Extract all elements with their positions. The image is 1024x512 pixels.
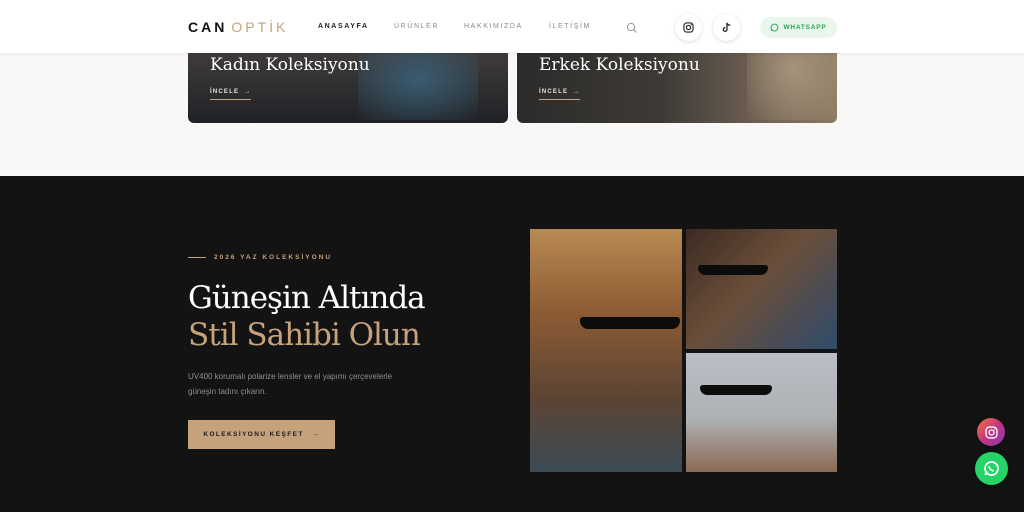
- arrow-right-icon: →: [573, 89, 581, 95]
- instagram-icon: [683, 22, 694, 33]
- cta-label: KOLEKSİYONU KEŞFET: [203, 431, 304, 438]
- site-header: CAN OPTİK ANASAYFA ÜRÜNLER HAKKIMIZDA İLE…: [0, 0, 1024, 53]
- men-collection-title: Erkek Koleksiyonu: [539, 55, 700, 75]
- instagram-icon: [984, 425, 998, 439]
- sunglasses-shape: [698, 265, 768, 275]
- hero-description: UV400 korumalı polarize lensler ve el ya…: [188, 372, 393, 396]
- search-icon[interactable]: [626, 22, 638, 34]
- women-collection-title: Kadın Koleksiyonu: [210, 55, 370, 75]
- hero-eyebrow: 2026 YAZ KOLEKSİYONU: [188, 254, 332, 261]
- logo-part1: CAN: [188, 19, 228, 35]
- arrow-right-icon: →: [311, 431, 320, 438]
- eyebrow-divider: [188, 257, 206, 258]
- men-collection-link[interactable]: İNCELE →: [539, 89, 581, 100]
- nav-about[interactable]: HAKKIMIZDA: [464, 23, 523, 30]
- summer-hero-section: 2026 YAZ KOLEKSİYONU Güneşin Altında Sti…: [0, 176, 1024, 512]
- nav-products[interactable]: ÜRÜNLER: [394, 23, 439, 30]
- nav-contact[interactable]: İLETİŞİM: [549, 23, 591, 30]
- link-label: İNCELE: [210, 89, 240, 95]
- whatsapp-icon: [984, 461, 999, 476]
- whatsapp-icon: [771, 23, 779, 32]
- eyebrow-text: 2026 YAZ KOLEKSİYONU: [214, 254, 333, 261]
- whatsapp-label: WHATSAPP: [783, 24, 827, 31]
- hero-photo-top-right: [686, 229, 837, 349]
- explore-collection-button[interactable]: KOLEKSİYONU KEŞFET →: [188, 420, 335, 449]
- whatsapp-button[interactable]: WHATSAPP: [760, 17, 837, 38]
- logo-part2: OPTİK: [231, 19, 289, 35]
- hero-photo-bottom-right: [686, 353, 837, 472]
- tiktok-button[interactable]: [713, 14, 740, 41]
- nav-home[interactable]: ANASAYFA: [318, 23, 369, 30]
- hero-title-line1: Güneşin Altında: [188, 280, 426, 316]
- sunglasses-shape: [700, 385, 772, 395]
- instagram-button[interactable]: [675, 14, 702, 41]
- site-logo[interactable]: CAN OPTİK: [188, 19, 288, 35]
- tiktok-icon: [722, 22, 730, 32]
- arrow-right-icon: →: [244, 89, 252, 95]
- hero-photo-main: [530, 229, 682, 472]
- sunglasses-shape: [580, 317, 680, 329]
- link-label: İNCELE: [539, 89, 569, 95]
- floating-instagram-button[interactable]: [977, 418, 1005, 446]
- women-collection-link[interactable]: İNCELE →: [210, 89, 252, 100]
- photo-grid: [530, 229, 837, 472]
- floating-whatsapp-button[interactable]: [975, 452, 1008, 485]
- hero-title-line2: Stil Sahibi Olun: [188, 317, 421, 353]
